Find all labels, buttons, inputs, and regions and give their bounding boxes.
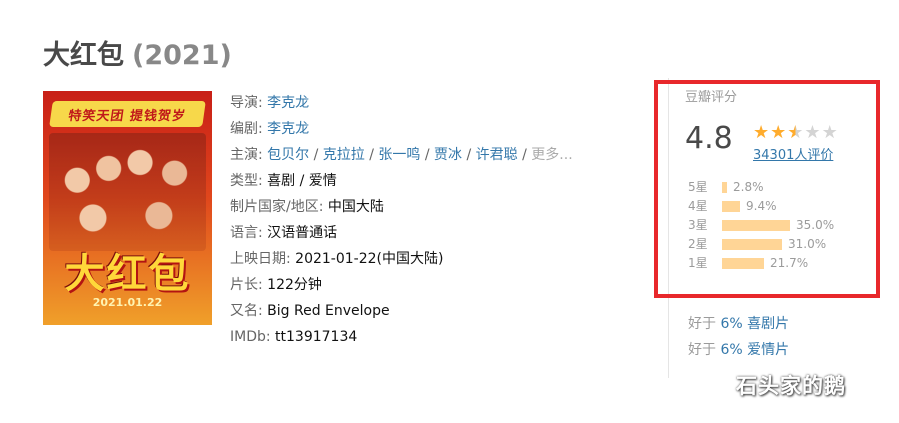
distribution-row: 2星 31.0% xyxy=(688,235,878,254)
cast-link[interactable]: 贾冰 xyxy=(434,147,462,163)
language-row: 语言: 汉语普通话 xyxy=(230,220,573,246)
distribution-row: 5星 2.8% xyxy=(688,178,878,197)
better-than-link[interactable]: 6% 喜剧片 xyxy=(720,316,789,332)
distribution-bar xyxy=(722,201,740,212)
distribution-star-label: 3星 xyxy=(688,218,708,232)
distribution-bar xyxy=(722,258,764,269)
aka-label: 又名: xyxy=(230,303,268,319)
rating-label: 豆瓣评分 xyxy=(685,90,738,105)
imdb-value: tt13917134 xyxy=(275,329,358,345)
genre-label: 类型: xyxy=(230,173,268,189)
country-label: 制片国家/地区: xyxy=(230,199,328,215)
distribution-bar xyxy=(722,182,727,193)
distribution-bar xyxy=(722,239,782,250)
distribution-bar xyxy=(722,220,790,231)
runtime-label: 片长: xyxy=(230,277,268,293)
rating-score: 4.8 xyxy=(685,121,733,156)
rating-summary: 豆瓣评分 4.8 ★★★★★ 34301人评价 xyxy=(685,88,875,163)
cast-more-link[interactable]: 更多... xyxy=(531,147,572,163)
better-than-link[interactable]: 6% 爱情片 xyxy=(720,342,789,358)
cast-separator: / xyxy=(420,147,435,163)
writer-label: 编剧: xyxy=(230,121,268,137)
better-than-prefix: 好于 xyxy=(688,316,721,332)
imdb-label: IMDb: xyxy=(230,329,276,345)
better-than-prefix: 好于 xyxy=(688,342,721,358)
genre-value: 喜剧 / 爱情 xyxy=(267,173,337,189)
movie-poster[interactable]: 特笑天团 提钱贺岁 大红包 2021.01.22 xyxy=(43,91,212,325)
distribution-percent: 21.7% xyxy=(770,256,809,270)
star-full-icon: ★ xyxy=(753,122,771,143)
language-value: 汉语普通话 xyxy=(267,225,338,241)
genre-row: 类型: 喜剧 / 爱情 xyxy=(230,168,573,194)
distribution-percent: 9.4% xyxy=(746,199,777,213)
better-than-list: 好于 6% 喜剧片 好于 6% 爱情片 xyxy=(688,311,789,363)
distribution-star-label: 4星 xyxy=(688,199,708,213)
release-label: 上映日期: xyxy=(230,251,296,267)
star-half-icon: ★ xyxy=(787,122,805,143)
movie-title: 大红包 (2021) xyxy=(43,33,232,72)
distribution-star-label: 2星 xyxy=(688,237,708,251)
distribution-percent: 35.0% xyxy=(796,218,835,232)
runtime-value: 122分钟 xyxy=(267,277,322,293)
aka-row: 又名: Big Red Envelope xyxy=(230,298,573,324)
distribution-star-label: 5星 xyxy=(688,180,708,194)
distribution-row: 3星 35.0% xyxy=(688,216,878,235)
language-label: 语言: xyxy=(230,225,268,241)
votes-link[interactable]: 34301人评价 xyxy=(753,144,833,163)
cast-separator: / xyxy=(364,147,379,163)
writer-link[interactable]: 李克龙 xyxy=(267,121,309,137)
aka-value: Big Red Envelope xyxy=(267,303,390,319)
distribution-percent: 31.0% xyxy=(788,237,827,251)
cast-link[interactable]: 克拉拉 xyxy=(323,147,365,163)
better-than-item: 好于 6% 喜剧片 xyxy=(688,311,789,337)
poster-date: 2021.01.22 xyxy=(92,296,163,309)
director-link[interactable]: 李克龙 xyxy=(267,95,309,111)
poster-cast-image xyxy=(49,133,206,251)
cast-separator: / xyxy=(462,147,476,163)
movie-info: 导演: 李克龙 编剧: 李克龙 主演: 包贝尔 / 克拉拉 / 张一鸣 / 贾冰… xyxy=(230,90,573,350)
movie-name: 大红包 xyxy=(43,40,124,71)
director-row: 导演: 李克龙 xyxy=(230,90,573,116)
director-label: 导演: xyxy=(230,95,268,111)
release-value: 2021-01-22(中国大陆) xyxy=(295,251,444,267)
poster-title: 大红包 xyxy=(64,251,191,297)
cast-separator: / xyxy=(309,147,323,163)
cast-link[interactable]: 包贝尔 xyxy=(267,147,309,163)
star-empty-icon: ★ xyxy=(804,122,822,143)
movie-year: (2021) xyxy=(132,40,232,71)
better-than-item: 好于 6% 爱情片 xyxy=(688,337,789,363)
poster-banner: 特笑天团 提钱贺岁 xyxy=(49,101,206,127)
runtime-row: 片长: 122分钟 xyxy=(230,272,573,298)
cast-link[interactable]: 张一鸣 xyxy=(378,147,420,163)
distribution-row: 4星 9.4% xyxy=(688,197,878,216)
country-row: 制片国家/地区: 中国大陆 xyxy=(230,194,573,220)
cast-separator: / xyxy=(517,147,532,163)
score-row: 4.8 ★★★★★ 34301人评价 xyxy=(685,116,875,163)
distribution-star-label: 1星 xyxy=(688,256,708,270)
watermark-text: 石头家的鹅 xyxy=(736,374,846,398)
rating-stars: ★★★★★ xyxy=(753,124,839,142)
release-row: 上映日期: 2021-01-22(中国大陆) xyxy=(230,246,573,272)
distribution-row: 1星 21.7% xyxy=(688,254,878,273)
cast-label: 主演: xyxy=(230,147,268,163)
rating-distribution: 5星 2.8% 4星 9.4% 3星 35.0% 2星 31.0% 1星 21.7% xyxy=(688,178,878,273)
cast-link[interactable]: 许君聪 xyxy=(476,147,518,163)
cast-row: 主演: 包贝尔 / 克拉拉 / 张一鸣 / 贾冰 / 许君聪 / 更多... xyxy=(230,142,573,168)
distribution-percent: 2.8% xyxy=(733,180,764,194)
star-full-icon: ★ xyxy=(770,122,788,143)
writer-row: 编剧: 李克龙 xyxy=(230,116,573,142)
star-empty-icon: ★ xyxy=(821,122,839,143)
country-value: 中国大陆 xyxy=(327,199,384,215)
imdb-row: IMDb: tt13917134 xyxy=(230,324,573,350)
